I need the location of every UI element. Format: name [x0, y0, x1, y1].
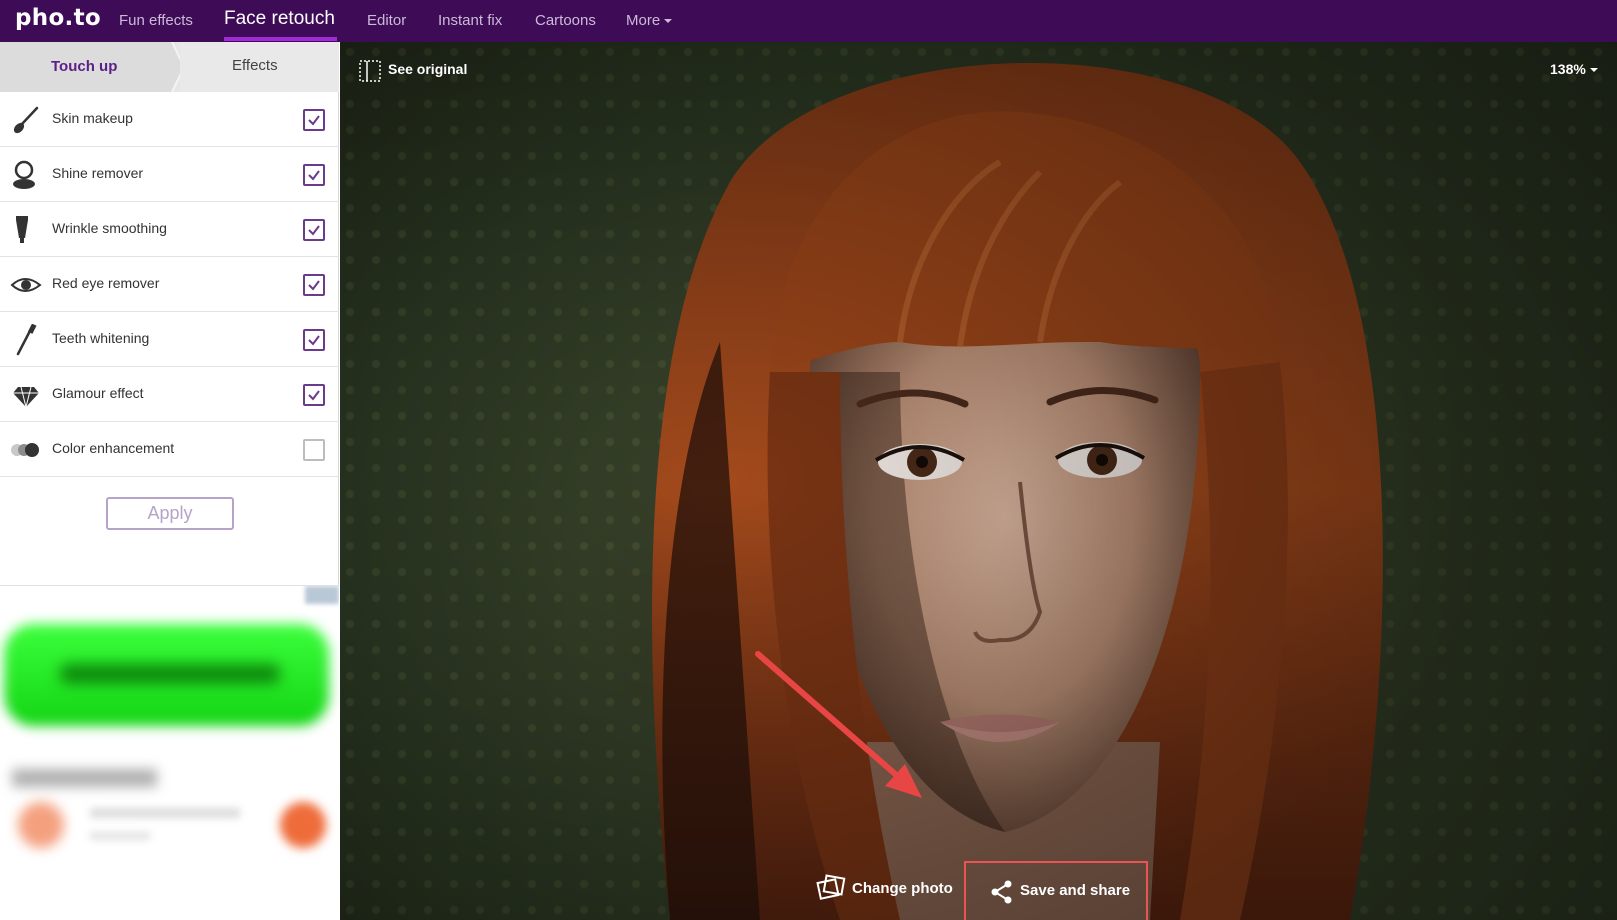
- option-color-enhancement[interactable]: Color enhancement: [0, 422, 339, 477]
- shine-remover-checkbox[interactable]: [303, 164, 325, 186]
- brush-icon: [13, 106, 39, 134]
- see-original-button[interactable]: See original: [388, 61, 467, 77]
- ad-button-text-blur: [60, 664, 280, 684]
- active-nav-underline: [224, 37, 337, 41]
- tab-arrow-divider: [171, 42, 186, 92]
- glamour-effect-checkbox[interactable]: [303, 384, 325, 406]
- option-label: Shine remover: [52, 165, 144, 181]
- option-wrinkle-smoothing[interactable]: Wrinkle smoothing: [0, 202, 339, 257]
- compare-icon[interactable]: [359, 60, 381, 82]
- color-enhancement-checkbox[interactable]: [303, 439, 325, 461]
- ad-text-blur-2: [90, 832, 150, 840]
- cream-tube-icon: [16, 216, 28, 243]
- skin-makeup-checkbox[interactable]: [303, 109, 325, 131]
- option-teeth-whitening[interactable]: Teeth whitening: [0, 312, 339, 367]
- check-icon: [308, 225, 320, 236]
- change-photo-button[interactable]: Change photo: [816, 857, 956, 917]
- option-label: Skin makeup: [52, 110, 133, 126]
- color-circles-icon: [11, 443, 39, 457]
- logo[interactable]: pho.to: [15, 5, 101, 31]
- chevron-down-icon: [664, 19, 673, 24]
- check-icon: [308, 335, 320, 346]
- zoom-selector[interactable]: 138%: [1550, 61, 1598, 77]
- zoom-value: 138%: [1550, 61, 1586, 77]
- tab-bar: Touch up Effects: [0, 42, 339, 92]
- chevron-down-icon: [1589, 68, 1598, 73]
- ad-logo-left: [18, 802, 64, 848]
- top-navigation: pho.to Fun effects Face retouch Editor I…: [0, 0, 1617, 42]
- change-photo-icon: [816, 874, 846, 900]
- check-icon: [308, 280, 320, 291]
- ad-logo-right: [280, 802, 326, 848]
- sidebar: Touch up Effects Skin makeup Shine remov…: [0, 42, 339, 920]
- ad-title-blur: [12, 769, 157, 787]
- check-icon: [308, 170, 320, 181]
- nav-editor[interactable]: Editor: [367, 12, 406, 29]
- tab-effects[interactable]: Effects: [180, 42, 339, 92]
- diamond-icon: [13, 386, 39, 408]
- wrinkle-smoothing-checkbox[interactable]: [303, 219, 325, 241]
- option-red-eye-remover[interactable]: Red eye remover: [0, 257, 339, 312]
- nav-instant-fix[interactable]: Instant fix: [438, 12, 502, 29]
- nav-more[interactable]: More: [626, 12, 673, 29]
- advertisement[interactable]: [0, 585, 339, 920]
- nav-more-label: More: [626, 12, 661, 29]
- nav-fun-effects[interactable]: Fun effects: [119, 12, 193, 29]
- red-eye-remover-checkbox[interactable]: [303, 274, 325, 296]
- compact-mirror-icon: [13, 160, 35, 189]
- share-icon: [991, 880, 1012, 904]
- eye-icon: [10, 278, 42, 292]
- option-glamour-effect[interactable]: Glamour effect: [0, 367, 339, 422]
- change-photo-label: Change photo: [852, 880, 953, 897]
- save-and-share-label: Save and share: [1020, 882, 1131, 899]
- option-skin-makeup[interactable]: Skin makeup: [0, 92, 339, 147]
- nav-cartoons[interactable]: Cartoons: [535, 12, 596, 29]
- nav-face-retouch[interactable]: Face retouch: [224, 8, 335, 30]
- teeth-whitening-checkbox[interactable]: [303, 329, 325, 351]
- ad-text-blur: [90, 808, 240, 818]
- ad-corner-badge: [305, 586, 339, 604]
- check-icon: [308, 390, 320, 401]
- portrait-photo: [340, 42, 1617, 920]
- option-label: Glamour effect: [52, 385, 144, 401]
- toothbrush-icon: [16, 324, 37, 356]
- option-label: Wrinkle smoothing: [52, 220, 167, 236]
- check-icon: [308, 115, 320, 126]
- apply-button[interactable]: Apply: [106, 497, 234, 530]
- option-shine-remover[interactable]: Shine remover: [0, 147, 339, 202]
- bottom-action-bar: Change photo Save and share: [816, 857, 1156, 920]
- save-and-share-button[interactable]: Save and share: [964, 861, 1148, 920]
- tab-effects-label: Effects: [232, 57, 278, 74]
- option-label: Red eye remover: [52, 275, 160, 291]
- option-label: Teeth whitening: [52, 330, 150, 346]
- photo-viewer: See original 138% Change photo Save and …: [340, 42, 1617, 920]
- option-label: Color enhancement: [52, 440, 175, 456]
